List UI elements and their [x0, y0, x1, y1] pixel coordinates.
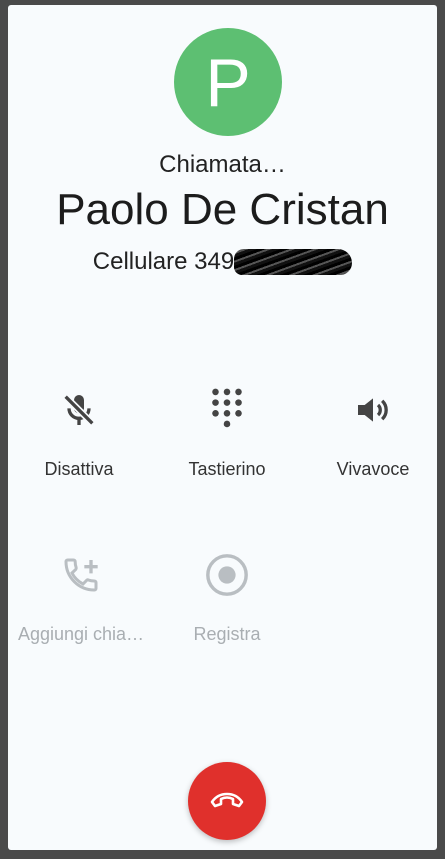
record-button[interactable]: Registra [152, 548, 302, 645]
hang-up-icon [209, 788, 245, 815]
mute-label: Disattiva [44, 459, 114, 479]
contact-name: Paolo De Cristan [56, 185, 389, 234]
end-call-button[interactable] [188, 762, 266, 840]
avatar-initial: P [205, 45, 251, 121]
number-label: Cellulare 349 [92, 248, 235, 275]
speaker-icon [298, 383, 437, 437]
dialpad-icon [152, 383, 302, 437]
contact-number: Cellulare 349 [8, 248, 437, 276]
speaker-label: Vivavoce [336, 459, 410, 479]
keypad-label: Tastierino [188, 459, 266, 479]
add-call-icon [8, 548, 156, 602]
add-call-button[interactable]: Aggiungi chia… [8, 548, 156, 645]
speaker-button[interactable]: Vivavoce [298, 383, 437, 480]
call-status: Chiamata… [159, 151, 286, 178]
call-screen: P Chiamata… Paolo De Cristan Cellulare 3… [8, 5, 437, 850]
add-call-label: Aggiungi chia… [17, 624, 145, 644]
record-icon [152, 548, 302, 602]
contact-avatar: P [174, 28, 282, 136]
mic-off-icon [8, 383, 154, 437]
record-label: Registra [193, 624, 261, 644]
mute-button[interactable]: Disattiva [8, 383, 154, 480]
redacted-number [234, 249, 353, 275]
keypad-button[interactable]: Tastierino [152, 383, 302, 480]
